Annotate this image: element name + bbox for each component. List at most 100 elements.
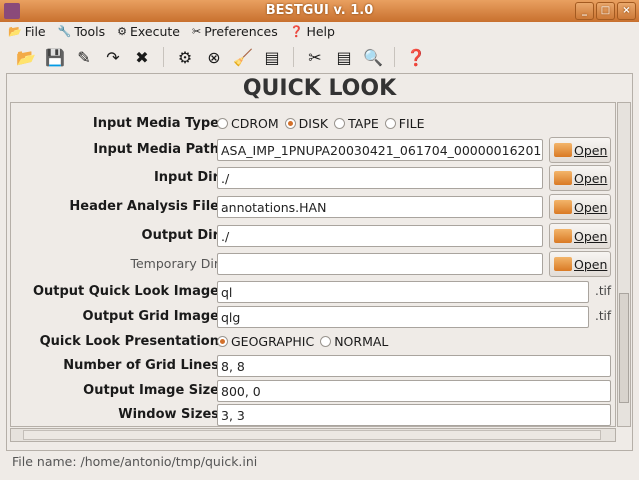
field-label: Output Image Size xyxy=(83,383,219,398)
form-area: Input Media Type CDROM DISK TAPE FILE Input M… xyxy=(10,102,616,427)
radio-button[interactable] xyxy=(217,336,228,347)
field-label: Number of Grid Lines xyxy=(63,358,219,373)
radio-cdrom[interactable]: CDROM xyxy=(217,116,279,131)
radio-file[interactable]: FILE xyxy=(384,116,425,131)
form-row-temporary-dir: Temporary Dir Open xyxy=(11,251,615,277)
wrench-icon: ✂ xyxy=(192,25,202,38)
radio-label: FILE xyxy=(398,116,425,131)
open-button[interactable]: Open xyxy=(549,137,611,163)
menu-help[interactable]: ❓ Help xyxy=(290,24,335,39)
stop-icon: ⊗ xyxy=(207,47,221,67)
clean-button[interactable]: 🧹 xyxy=(233,47,253,67)
text-input[interactable]: annotations.HAN xyxy=(217,196,543,218)
preferences-button[interactable]: ✂ xyxy=(305,47,325,67)
stop-button[interactable]: ⊗ xyxy=(204,47,224,67)
field-label: Output Dir xyxy=(141,228,219,243)
page-title: QUICK LOOK xyxy=(242,76,397,101)
vertical-scroll-thumb[interactable] xyxy=(619,293,629,403)
menu-preferences[interactable]: ✂ Preferences xyxy=(192,24,278,39)
menu-tools[interactable]: 🔧 Tools xyxy=(58,24,106,39)
toolbar-separator xyxy=(163,47,164,67)
folder-icon xyxy=(554,200,572,214)
radio-label: GEOGRAPHIC xyxy=(231,334,315,349)
horizontal-scrollbar[interactable] xyxy=(10,428,616,442)
gears-button[interactable]: ⚙ xyxy=(175,47,195,67)
title-bar: BESTGUI v. 1.0 _ □ × xyxy=(0,0,639,22)
redo-button[interactable]: ↷ xyxy=(103,47,123,67)
radio-tape[interactable]: TAPE xyxy=(334,116,379,131)
import-button[interactable]: ▤ xyxy=(262,47,282,67)
preferences-icon: ✂ xyxy=(308,47,322,67)
maximize-button[interactable]: □ xyxy=(596,2,615,20)
text-input[interactable]: 8, 8 xyxy=(217,355,611,377)
radio-label: TAPE xyxy=(348,116,379,131)
radio-button[interactable] xyxy=(217,118,228,129)
open-button[interactable]: Open xyxy=(549,165,611,191)
radio-button[interactable] xyxy=(334,118,346,129)
radio-group: GEOGRAPHIC NORMAL xyxy=(217,334,388,349)
status-bar: File name: /home/antonio/tmp/quick.ini xyxy=(12,454,258,469)
gear-icon: ⚙ xyxy=(117,25,127,38)
document-icon: ▤ xyxy=(336,47,352,67)
radio-button[interactable] xyxy=(384,118,396,129)
toolbar-separator xyxy=(293,47,294,67)
open-button[interactable]: 📂 xyxy=(16,47,36,67)
text-input[interactable]: ql xyxy=(217,281,589,303)
vertical-scrollbar[interactable] xyxy=(617,102,631,427)
text-input[interactable] xyxy=(217,253,543,275)
radio-label: NORMAL xyxy=(334,334,389,349)
toolbar-separator xyxy=(394,47,395,67)
radio-disk[interactable]: DISK xyxy=(284,116,329,131)
text-input[interactable]: ./ xyxy=(217,225,543,247)
field-label: Output Grid Image xyxy=(82,309,219,324)
close-button[interactable]: ✖ xyxy=(132,47,152,67)
radio-label: DISK xyxy=(298,116,329,131)
radio-button[interactable] xyxy=(284,118,296,129)
tools-icon: 🔧 xyxy=(57,25,72,38)
text-input[interactable]: 3, 3 xyxy=(217,404,611,426)
field-label: Output Quick Look Image xyxy=(32,284,219,299)
field-label: Quick Look Presentation xyxy=(39,334,219,349)
radio-geographic[interactable]: GEOGRAPHIC xyxy=(217,334,314,349)
field-label: Header Analysis File xyxy=(69,199,219,214)
text-input[interactable]: ./ xyxy=(217,167,543,189)
save-button[interactable]: 💾 xyxy=(45,47,65,67)
open-label: Open xyxy=(574,228,608,244)
close-window-button[interactable]: × xyxy=(617,2,636,20)
menu-file[interactable]: 📂 File xyxy=(8,24,46,39)
form-row-input-media-type: Input Media Type CDROM DISK TAPE FILE xyxy=(11,113,615,135)
form-row-header-analysis-file: Header Analysis File annotations.HAN Open xyxy=(11,194,615,220)
text-input[interactable]: ASA_IMP_1PNUPA20030421_061704_0000001620… xyxy=(217,139,543,161)
open-label: Open xyxy=(574,199,608,215)
menu-label: Execute xyxy=(130,24,180,39)
field-label: Temporary Dir xyxy=(130,256,219,271)
radio-normal[interactable]: NORMAL xyxy=(320,334,388,349)
form-row-window-sizes: Window Sizes 3, 3 xyxy=(11,404,615,426)
redo-icon: ↷ xyxy=(106,47,120,67)
form-row-output-image-size: Output Image Size 800, 0 xyxy=(11,380,615,402)
form-row-output-dir: Output Dir ./ Open xyxy=(11,223,615,249)
toolbar: 📂 💾 ✎ ↷ ✖ ⚙ ⊗ 🧹 ▤ ✂ ▤ 🔍 ❓ xyxy=(0,43,639,71)
document-button[interactable]: ▤ xyxy=(334,47,354,67)
open-button[interactable]: Open xyxy=(549,194,611,220)
import-icon: ▤ xyxy=(264,47,280,67)
horizontal-scroll-thumb[interactable] xyxy=(23,430,601,440)
minimize-button[interactable]: _ xyxy=(575,2,594,20)
folder-icon: 📂 xyxy=(8,25,22,38)
open-label: Open xyxy=(574,256,608,272)
help-button[interactable]: ❓ xyxy=(406,47,426,67)
inspect-icon: 🔍 xyxy=(363,47,383,67)
radio-button[interactable] xyxy=(320,336,332,347)
edit-button[interactable]: ✎ xyxy=(74,47,94,67)
menu-bar: 📂 File 🔧 Tools ⚙ Execute ✂ Preferences ❓ Help xyxy=(0,22,639,41)
menu-execute[interactable]: ⚙ Execute xyxy=(117,24,180,39)
open-label: Open xyxy=(574,142,608,158)
folder-icon xyxy=(554,257,572,271)
text-input[interactable]: qlg xyxy=(217,306,589,328)
open-button[interactable]: Open xyxy=(549,251,611,277)
open-button[interactable]: Open xyxy=(549,223,611,249)
inspect-button[interactable]: 🔍 xyxy=(363,47,383,67)
text-input[interactable]: 800, 0 xyxy=(217,380,611,402)
help-icon: ❓ xyxy=(289,25,304,38)
form-row-input-dir: Input Dir ./ Open xyxy=(11,165,615,191)
